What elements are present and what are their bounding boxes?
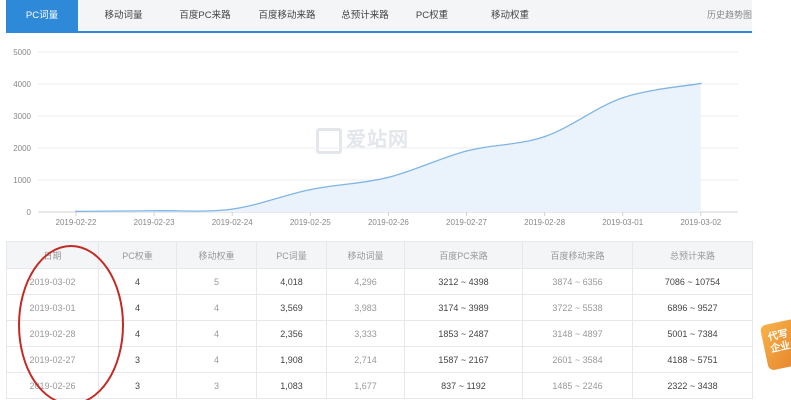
x-tick-label: 2019-02-25	[290, 218, 331, 227]
cell-pc-words: 2,356	[256, 320, 327, 347]
tab-baidu-pc-traffic[interactable]: 百度PC来路	[166, 0, 244, 31]
cell-pc-words: 3,569	[256, 294, 327, 321]
cell-total: 7086 ~ 10754	[632, 268, 753, 295]
header-pc-words[interactable]: PC词量	[256, 241, 327, 269]
data-point	[231, 208, 233, 210]
cell-pc-words: 1,908	[256, 346, 327, 373]
cell-baidu-pc: 1853 ~ 2487	[404, 320, 523, 347]
cell-mobile-words: 3,983	[326, 294, 405, 321]
table-header-row: 日期 PC权重 移动权重 PC词量 移动词量 百度PC来路 百度移动来路 总预计…	[6, 241, 753, 269]
cell-baidu-pc: 3174 ~ 3989	[404, 294, 523, 321]
header-baidu-pc-traffic[interactable]: 百度PC来路	[404, 241, 523, 269]
cell-mobile-weight: 4	[176, 320, 257, 347]
tab-baidu-mobile-traffic[interactable]: 百度移动来路	[244, 0, 330, 31]
header-mobile-weight[interactable]: 移动权重	[176, 241, 257, 269]
tab-mobile-word-volume[interactable]: 移动词量	[86, 0, 161, 31]
cell-baidu-mobile: 2601 ~ 3584	[522, 346, 633, 373]
data-point	[153, 209, 155, 212]
y-tick-label: 1000	[13, 176, 31, 185]
y-tick-label: 5000	[13, 48, 31, 57]
header-baidu-mobile-traffic[interactable]: 百度移动来路	[522, 241, 633, 269]
x-tick-label: 2019-02-24	[212, 218, 253, 227]
cell-baidu-pc: 837 ~ 1192	[404, 372, 523, 399]
data-point	[700, 82, 702, 85]
cell-baidu-mobile: 3722 ~ 5538	[522, 294, 633, 321]
header-pc-weight[interactable]: PC权重	[98, 241, 177, 269]
cell-mobile-words: 3,333	[326, 320, 405, 347]
cell-mobile-weight: 4	[176, 346, 257, 373]
tab-mobile-weight[interactable]: 移动权重	[476, 0, 544, 31]
cell-total: 6896 ~ 9527	[632, 294, 753, 321]
tab-pc-weight[interactable]: PC权重	[404, 0, 460, 31]
cell-baidu-pc: 3212 ~ 4398	[404, 268, 523, 295]
cell-total: 2322 ~ 3438	[632, 372, 753, 399]
data-point	[543, 135, 546, 138]
data-point	[309, 188, 312, 191]
cell-mobile-weight: 4	[176, 294, 257, 321]
x-tick-label: 2019-02-22	[56, 218, 97, 227]
cell-baidu-mobile: 3148 ~ 4897	[522, 320, 633, 347]
y-tick-label: 0	[27, 208, 32, 217]
cell-mobile-weight: 3	[176, 372, 257, 399]
data-point	[75, 210, 77, 213]
history-trend-link[interactable]: 历史趋势图	[707, 0, 752, 31]
cell-pc-words: 4,018	[256, 268, 327, 295]
chart-svg: 0 1000 2000 3000 4000 5000 2019-02-22 2019-02-2…	[13, 48, 738, 227]
cell-mobile-weight: 5	[176, 268, 257, 295]
cell-mobile-words: 1,677	[326, 372, 405, 399]
cell-baidu-pc: 1587 ~ 2167	[404, 346, 523, 373]
y-tick-label: 3000	[13, 112, 31, 121]
tab-pc-word-volume[interactable]: PC词量	[6, 0, 78, 31]
cell-pc-words: 1,083	[256, 372, 327, 399]
cell-mobile-words: 4,296	[326, 268, 405, 295]
data-point	[387, 176, 390, 179]
y-tick-label: 4000	[13, 80, 31, 89]
tab-bar: PC词量 移动词量 百度PC来路 百度移动来路 总预计来路 PC权重 移动权重 …	[6, 0, 752, 33]
x-tick-label: 2019-02-27	[446, 218, 487, 227]
header-mobile-words[interactable]: 移动词量	[326, 241, 405, 269]
data-point	[621, 96, 624, 99]
corner-badge[interactable]: 代写企业	[759, 318, 791, 372]
x-tick-label: 2019-02-28	[524, 218, 565, 227]
x-tick-label: 2019-03-01	[602, 218, 643, 227]
x-tick-label: 2019-03-02	[680, 218, 721, 227]
tab-total-estimated-traffic[interactable]: 总预计来路	[326, 0, 404, 31]
cell-mobile-words: 2,714	[326, 346, 405, 373]
x-tick-label: 2019-02-23	[134, 218, 175, 227]
y-tick-label: 2000	[13, 144, 31, 153]
x-tick-label: 2019-02-26	[368, 218, 409, 227]
data-point	[465, 150, 468, 152]
cell-baidu-mobile: 1485 ~ 2246	[522, 372, 633, 399]
annotation-ellipse	[18, 245, 124, 400]
header-total-traffic[interactable]: 总预计来路	[632, 241, 753, 269]
cell-total: 5001 ~ 7384	[632, 320, 753, 347]
cell-total: 4188 ~ 5751	[632, 346, 753, 373]
trend-chart: 爱站网 0 1000 2000 3000 4000 5000 2019-02-22 2019-…	[0, 40, 752, 230]
cell-baidu-mobile: 3874 ~ 6356	[522, 268, 633, 295]
table-row: 2019-02-26 3 3 1,083 1,677 837 ~ 1192 14…	[6, 372, 753, 399]
